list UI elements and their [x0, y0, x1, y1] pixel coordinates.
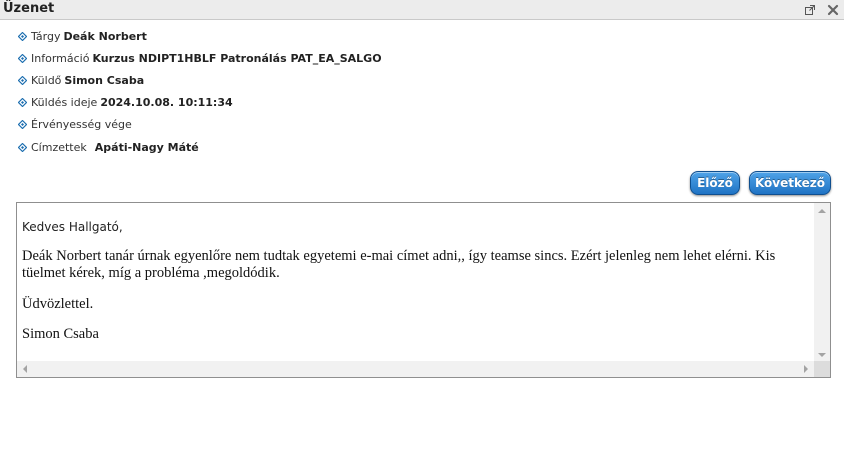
scrollbar-corner [814, 361, 830, 377]
detail-value: Kurzus NDIPT1HBLF Patronálás PAT_EA_SALG… [92, 52, 382, 65]
message-regards: Üdvözlettel. [22, 296, 94, 312]
detail-value: Deák Norbert [63, 30, 147, 43]
dialog-title: Üzenet [3, 1, 55, 16]
message-signature: Simon Csaba [22, 326, 99, 342]
message-dialog: Üzenet Tárgy Deák Norbert Információ Kurzu… [0, 0, 844, 464]
bullet-icon [18, 32, 27, 41]
detail-label: Küldő [31, 74, 62, 87]
previous-button[interactable]: Előző [690, 171, 740, 195]
detail-label: Érvényesség vége [31, 118, 132, 131]
detail-label: Információ [31, 52, 90, 65]
detail-row-recipients: Címzettek Apáti-Nagy Máté [18, 140, 199, 156]
message-greeting: Kedves Hallgató, [22, 220, 123, 234]
detail-row-information: Információ Kurzus NDIPT1HBLF Patronálás P… [18, 51, 382, 67]
next-button[interactable]: Következő [749, 171, 831, 195]
detail-row-sender: Küldő Simon Csaba [18, 73, 144, 89]
vertical-scrollbar[interactable] [814, 203, 830, 361]
scroll-down-icon[interactable] [818, 353, 826, 357]
scroll-up-icon[interactable] [818, 209, 826, 213]
bullet-icon [18, 143, 27, 152]
horizontal-scrollbar[interactable] [17, 361, 814, 377]
detail-row-expiry: Érvényesség vége [18, 117, 135, 133]
detail-row-sent-time: Küldés ideje 2024.10.08. 10:11:34 [18, 95, 233, 111]
detail-value: Simon Csaba [64, 74, 145, 87]
bullet-icon [18, 76, 27, 85]
bullet-icon [18, 120, 27, 129]
scroll-right-icon[interactable] [804, 365, 808, 373]
message-body-text: Deák Norbert tanár úrnak egyenlőre nem t… [22, 248, 776, 281]
detail-value: Apáti-Nagy Máté [94, 141, 199, 154]
detail-label: Tárgy [31, 30, 61, 43]
scroll-left-icon[interactable] [23, 365, 27, 373]
detail-row-subject: Tárgy Deák Norbert [18, 29, 147, 45]
detail-label: Címzettek [31, 141, 87, 154]
dialog-titlebar: Üzenet [0, 0, 844, 20]
detail-label: Küldés ideje [31, 96, 98, 109]
close-icon[interactable] [826, 2, 840, 16]
bullet-icon [18, 98, 27, 107]
detail-value: 2024.10.08. 10:11:34 [100, 96, 233, 109]
message-body-box[interactable]: Kedves Hallgató, Deák Norbert tanár úrna… [16, 202, 831, 378]
bullet-icon [18, 54, 27, 63]
popout-icon[interactable] [803, 2, 817, 16]
